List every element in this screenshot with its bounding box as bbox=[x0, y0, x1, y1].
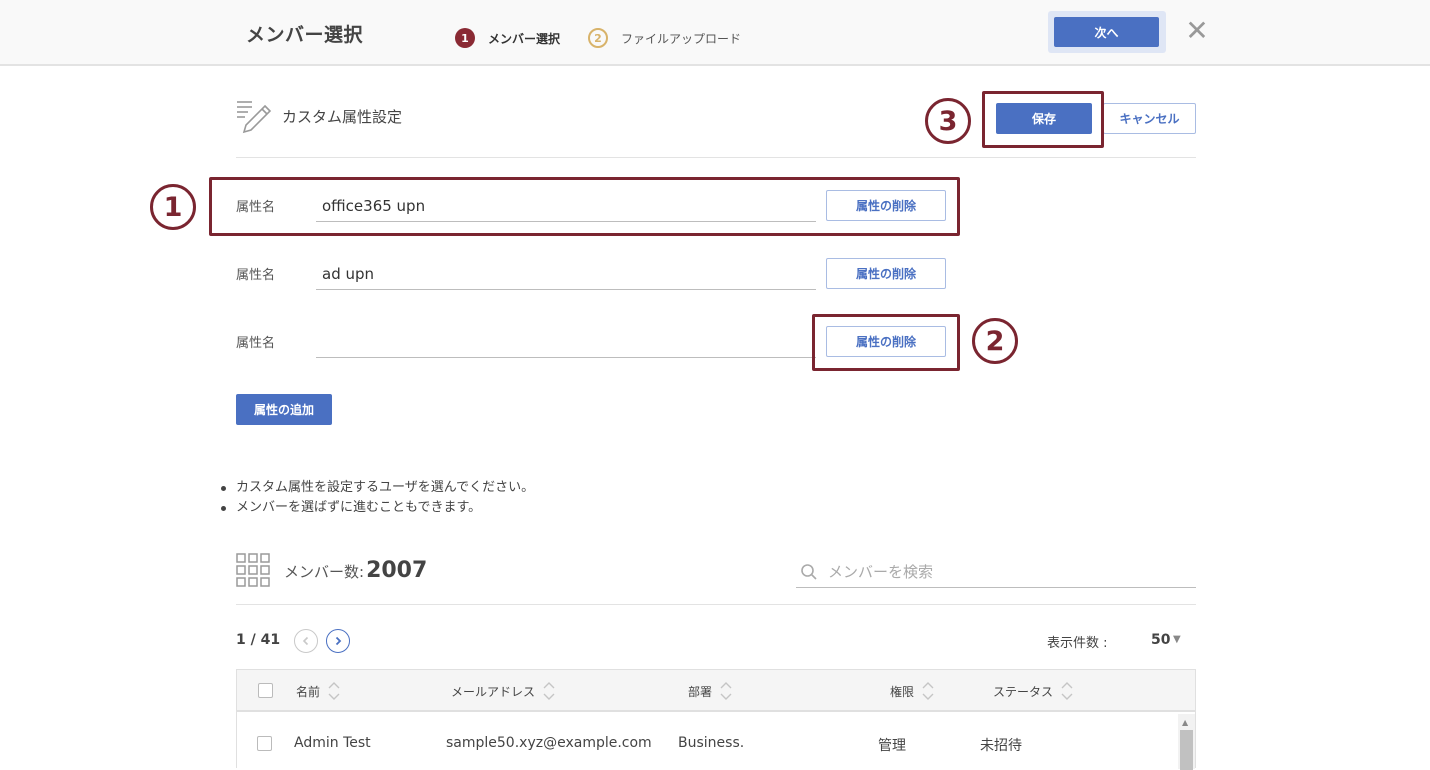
attr-name-label: 属性名 bbox=[236, 336, 276, 351]
delete-attr-button-2[interactable]: 属性の削除 bbox=[826, 258, 946, 289]
page-title: メンバー選択 bbox=[246, 24, 364, 46]
sort-icon bbox=[543, 682, 555, 700]
annotation-frame-2 bbox=[812, 314, 960, 371]
table-scrollbar[interactable]: ▲ bbox=[1178, 714, 1195, 770]
column-label: メールアドレス bbox=[451, 684, 536, 699]
column-label: 名前 bbox=[296, 684, 321, 699]
sort-icon bbox=[720, 682, 732, 700]
table-header: 名前 メールアドレス 部署 権限 ステータス bbox=[237, 670, 1195, 712]
scroll-up-arrow-icon[interactable]: ▲ bbox=[1182, 718, 1188, 727]
annotation-badge-3: 3 bbox=[925, 98, 971, 144]
cancel-button[interactable]: キャンセル bbox=[1103, 103, 1196, 134]
annotation-frame-3 bbox=[982, 91, 1104, 148]
step-member-select: 1 メンバー選択 bbox=[455, 28, 560, 48]
member-count-value: 2007 bbox=[366, 558, 428, 583]
prev-page-button[interactable] bbox=[294, 629, 318, 653]
attr-name-input-3[interactable] bbox=[316, 326, 816, 358]
member-table: 名前 メールアドレス 部署 権限 ステータス Admin Test sample… bbox=[236, 669, 1196, 770]
per-page-select[interactable]: 50 bbox=[1151, 632, 1170, 648]
column-label: 権限 bbox=[890, 684, 915, 699]
note-item: メンバーを選ばずに進むこともできます。 bbox=[218, 498, 534, 518]
step-label-2: ファイルアップロード bbox=[621, 31, 742, 46]
search-input[interactable] bbox=[828, 560, 1188, 584]
table-row[interactable]: Admin Test sample50.xyz@example.com Busi… bbox=[237, 714, 1177, 769]
per-page-label: 表示件数 : bbox=[1047, 636, 1108, 651]
member-count: メンバー数:2007 bbox=[284, 558, 427, 583]
custom-attr-title: カスタム属性設定 bbox=[282, 108, 403, 126]
step-label-1: メンバー選択 bbox=[488, 31, 561, 46]
member-search bbox=[796, 557, 1196, 588]
sort-icon bbox=[328, 682, 340, 700]
attr-row-2: 属性名 属性の削除 bbox=[236, 258, 956, 298]
note-item: カスタム属性を設定するユーザを選んでください。 bbox=[218, 478, 534, 498]
cell-dept: Business. bbox=[678, 735, 745, 751]
column-label: 部署 bbox=[688, 684, 713, 699]
top-header: メンバー選択 1 メンバー選択 2 ファイルアップロード 次へ ✕ bbox=[0, 0, 1430, 66]
next-page-button[interactable] bbox=[326, 629, 350, 653]
add-attr-button[interactable]: 属性の追加 bbox=[236, 394, 332, 425]
row-checkbox[interactable] bbox=[257, 736, 272, 751]
member-count-label: メンバー数: bbox=[284, 563, 365, 581]
column-header-role[interactable]: 権限 bbox=[890, 681, 934, 701]
pencil-icon bbox=[237, 101, 272, 134]
attr-name-input-2[interactable] bbox=[316, 258, 816, 290]
next-button[interactable]: 次へ bbox=[1054, 17, 1159, 47]
close-icon[interactable]: ✕ bbox=[1183, 17, 1211, 45]
caret-down-icon[interactable]: ▼ bbox=[1173, 634, 1181, 645]
sort-icon bbox=[922, 682, 934, 700]
divider bbox=[236, 604, 1196, 605]
column-header-email[interactable]: メールアドレス bbox=[451, 681, 555, 701]
column-label: ステータス bbox=[993, 684, 1054, 699]
cell-role: 管理 bbox=[878, 738, 906, 754]
annotation-badge-1: 1 bbox=[150, 184, 196, 230]
chevron-left-icon bbox=[302, 636, 309, 646]
attr-name-label: 属性名 bbox=[236, 268, 276, 283]
column-header-dept[interactable]: 部署 bbox=[688, 681, 732, 701]
cell-email: sample50.xyz@example.com bbox=[446, 735, 652, 751]
cell-status: 未招待 bbox=[980, 738, 1022, 754]
annotation-badge-2: 2 bbox=[972, 318, 1018, 364]
instruction-notes: カスタム属性を設定するユーザを選んでください。 メンバーを選ばずに進むこともでき… bbox=[218, 478, 534, 518]
step-number-2: 2 bbox=[588, 28, 608, 48]
column-header-status[interactable]: ステータス bbox=[993, 681, 1073, 701]
page-indicator: 1 / 41 bbox=[236, 632, 281, 648]
annotation-frame-1 bbox=[209, 177, 960, 236]
sort-icon bbox=[1061, 682, 1073, 700]
select-all-checkbox[interactable] bbox=[258, 683, 273, 698]
chevron-right-icon bbox=[335, 636, 342, 646]
next-button-wrap: 次へ bbox=[1048, 11, 1166, 53]
scroll-thumb[interactable] bbox=[1180, 730, 1193, 770]
step-file-upload: 2 ファイルアップロード bbox=[588, 28, 741, 48]
grid-icon bbox=[236, 553, 270, 587]
cell-name: Admin Test bbox=[294, 735, 371, 751]
column-header-name[interactable]: 名前 bbox=[296, 681, 340, 701]
search-icon bbox=[801, 564, 817, 580]
step-number-1: 1 bbox=[455, 28, 475, 48]
